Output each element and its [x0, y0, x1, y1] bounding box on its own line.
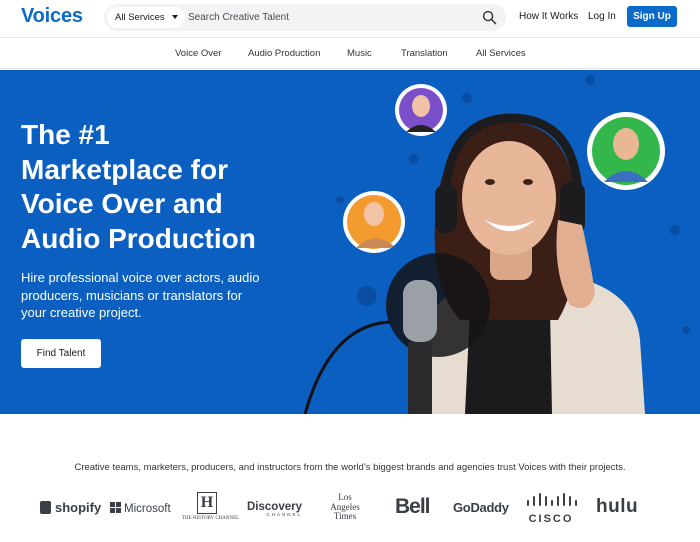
- search-icon[interactable]: [482, 10, 497, 25]
- cisco-wordmark: CISCO: [528, 513, 574, 525]
- microsoft-squares-icon: [110, 502, 121, 513]
- hero-subtitle-line: producers, musicians or translators for: [21, 287, 243, 303]
- discovery-logo: Discovery CHANNEL: [247, 501, 302, 517]
- eye: [485, 179, 495, 185]
- cisco-logo: CISCO: [525, 493, 577, 525]
- hero-title-line: Marketplace for: [21, 153, 228, 185]
- signup-button[interactable]: Sign Up: [627, 6, 677, 27]
- nav-voice-over[interactable]: Voice Over: [175, 48, 221, 59]
- search-category-select[interactable]: All Services: [107, 7, 185, 28]
- avatar-man-right: [587, 112, 665, 190]
- hero-title-line: The #1: [21, 119, 110, 150]
- microsoft-logo: Microsoft: [110, 502, 171, 515]
- trust-statement: Creative teams, marketers, producers, an…: [74, 462, 626, 473]
- how-it-works-link[interactable]: How It Works: [519, 11, 578, 22]
- hero-illustration: [303, 75, 690, 414]
- la-times-logo: Los Angeles Times: [326, 492, 364, 522]
- hero-subtitle-line: your creative project.: [21, 305, 142, 320]
- headphone-left: [435, 185, 457, 233]
- shopify-logo: shopify: [40, 500, 101, 515]
- nav-translation[interactable]: Translation: [401, 48, 448, 59]
- hero-title-line: Audio Production: [21, 222, 256, 254]
- page: Voices All Services How It Works Log In …: [0, 0, 700, 542]
- godaddy-logo: GoDaddy: [453, 500, 509, 515]
- microsoft-wordmark: Microsoft: [124, 503, 171, 515]
- voices-logo[interactable]: Voices: [21, 5, 83, 28]
- history-h-mark: H: [197, 492, 217, 514]
- face: [462, 141, 556, 255]
- avatar-woman-top: [395, 84, 447, 136]
- history-wordmark: THE HISTORY CHANNEL: [182, 516, 240, 521]
- la-times-line: Times: [333, 511, 357, 521]
- bell-logo: Bell: [395, 495, 431, 518]
- cisco-bars-icon: [527, 493, 577, 506]
- top-header: Voices All Services How It Works Log In …: [0, 0, 700, 38]
- avatar-man-left: [343, 191, 405, 253]
- history-channel-logo: H THE HISTORY CHANNEL: [182, 492, 240, 521]
- search-category-label: All Services: [115, 12, 165, 23]
- nav-music[interactable]: Music: [347, 48, 372, 59]
- search-input[interactable]: [188, 7, 468, 28]
- hero-title: The #1 Marketplace for Voice Over and Au…: [21, 118, 311, 256]
- pop-filter: [386, 253, 490, 357]
- eye: [523, 179, 533, 185]
- hero-subtitle: Hire professional voice over actors, aud…: [21, 269, 311, 322]
- hero-banner: The #1 Marketplace for Voice Over and Au…: [0, 70, 700, 414]
- nav-audio-production[interactable]: Audio Production: [248, 48, 320, 59]
- nav-all-services[interactable]: All Services: [476, 48, 526, 59]
- chevron-down-icon: [172, 15, 178, 19]
- hero-subtitle-line: Hire professional voice over actors, aud…: [21, 270, 260, 285]
- brand-logos: shopify Microsoft H THE HISTORY CHANNEL …: [0, 490, 700, 530]
- mic-stand: [408, 342, 432, 414]
- microphone: [403, 280, 437, 342]
- shopify-bag-icon: [40, 501, 51, 514]
- shopify-wordmark: shopify: [55, 500, 102, 515]
- hero-title-line: Voice Over and: [21, 188, 223, 219]
- find-talent-button[interactable]: Find Talent: [21, 339, 101, 368]
- login-link[interactable]: Log In: [588, 11, 616, 22]
- mic-cable: [303, 320, 391, 414]
- category-nav: Voice Over Audio Production Music Transl…: [0, 38, 700, 69]
- hulu-logo: hulu: [596, 496, 639, 517]
- search-bar: All Services: [104, 4, 506, 31]
